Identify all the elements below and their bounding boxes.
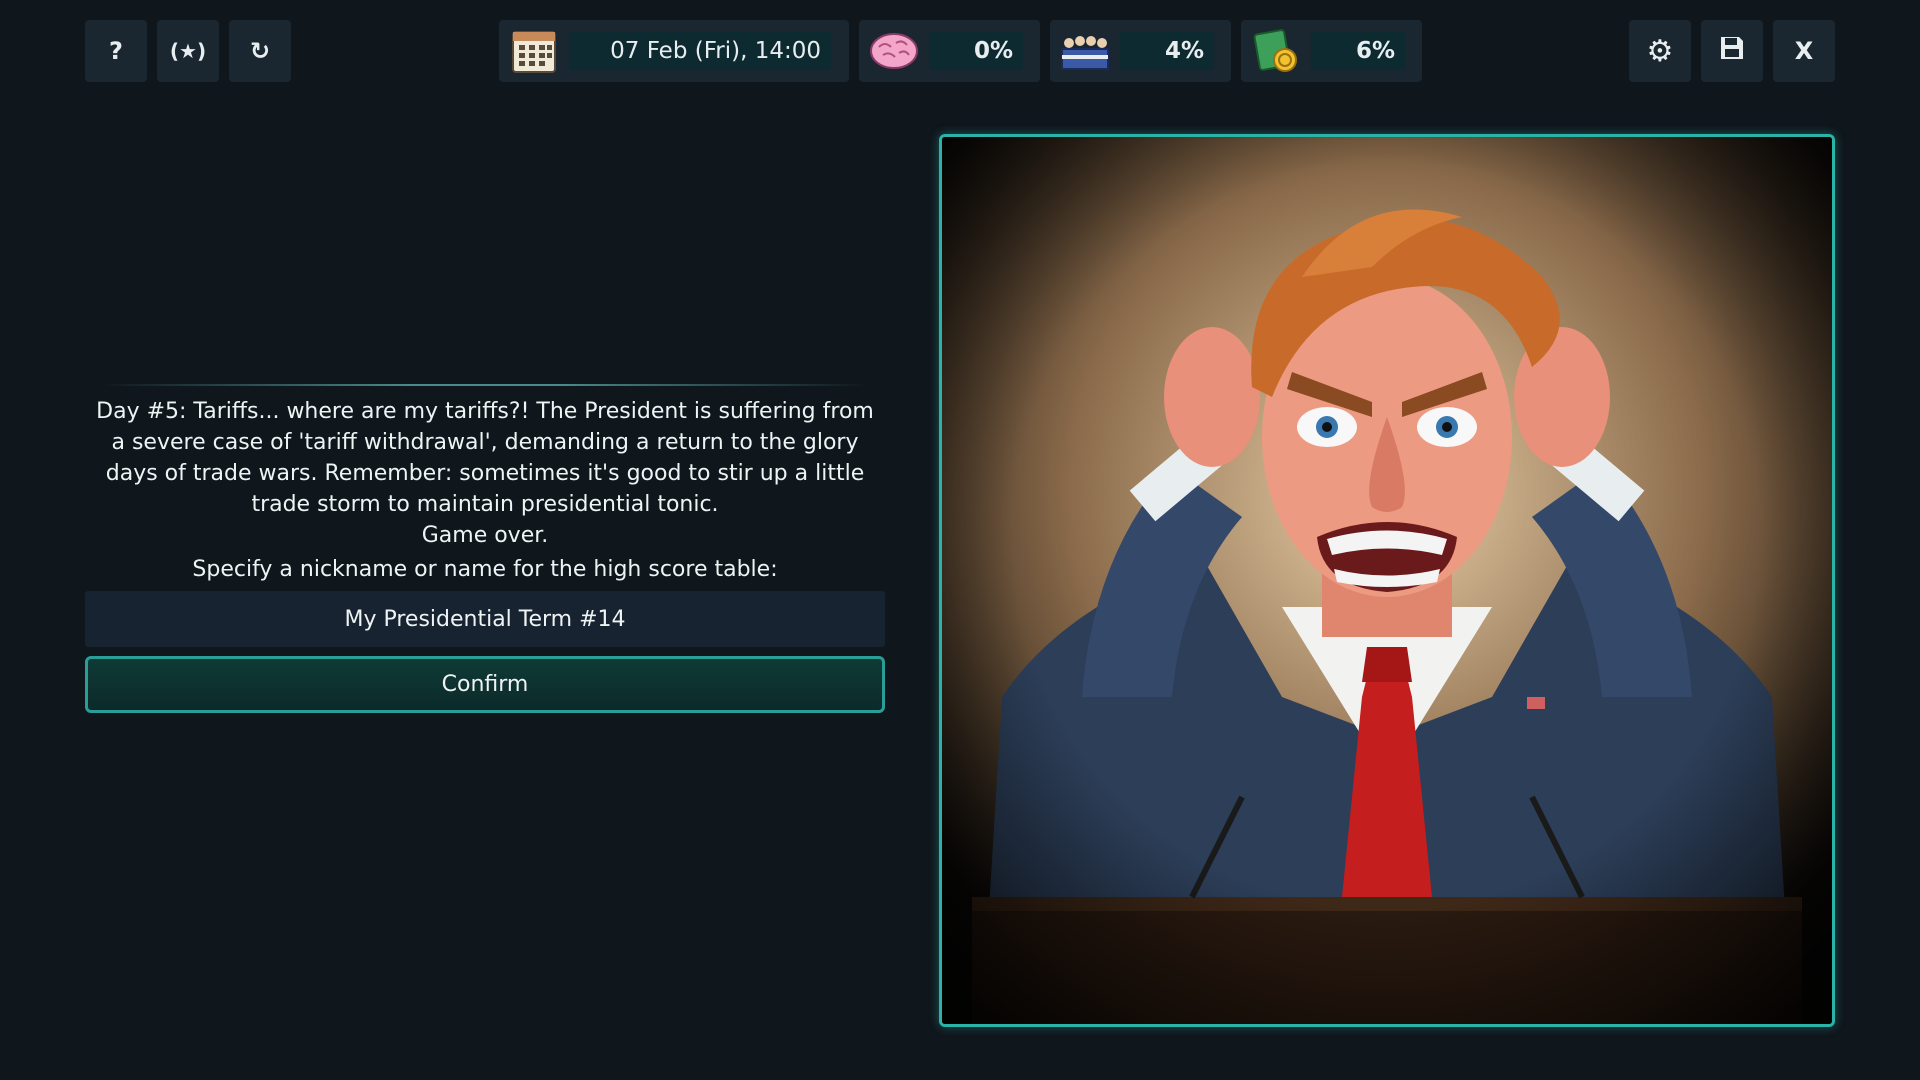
settings-button[interactable]: ⚙: [1629, 20, 1691, 82]
approval-value: 4%: [1120, 32, 1214, 70]
story-text: Day #5: Tariffs... where are my tariffs?…: [96, 399, 874, 517]
money-icon: [1251, 26, 1301, 76]
gear-icon: ⚙: [1646, 33, 1674, 69]
close-icon: X: [1794, 37, 1814, 65]
date-display: 07 Feb (Fri), 14:00: [499, 20, 849, 82]
confirm-button[interactable]: Confirm: [85, 656, 885, 713]
help-icon: ?: [109, 37, 123, 65]
event-portrait: [939, 134, 1835, 1027]
angry-president-illustration: [942, 137, 1832, 1024]
star-badge-icon: (★): [169, 39, 207, 63]
brain-icon: [869, 26, 919, 76]
approval-stat: 4%: [1050, 20, 1231, 82]
game-over-text: Game over.: [421, 523, 549, 548]
mind-value: 0%: [929, 32, 1023, 70]
save-button[interactable]: [1701, 20, 1763, 82]
help-button[interactable]: ?: [85, 20, 147, 82]
date-value: 07 Feb (Fri), 14:00: [569, 32, 831, 70]
mind-stat: 0%: [859, 20, 1040, 82]
story-panel: Day #5: Tariffs... where are my tariffs?…: [86, 396, 884, 585]
save-icon: [1719, 35, 1745, 67]
close-button[interactable]: X: [1773, 20, 1835, 82]
story-divider: [100, 384, 870, 386]
nickname-prompt: Specify a nickname or name for the high …: [192, 557, 778, 582]
achievements-button[interactable]: (★): [157, 20, 219, 82]
economy-value: 6%: [1311, 32, 1405, 70]
calendar-icon: [509, 26, 559, 76]
restart-icon: ↻: [249, 37, 271, 65]
restart-button[interactable]: ↻: [229, 20, 291, 82]
crowd-icon: [1060, 26, 1110, 76]
economy-stat: 6%: [1241, 20, 1422, 82]
nickname-input[interactable]: [85, 591, 885, 647]
